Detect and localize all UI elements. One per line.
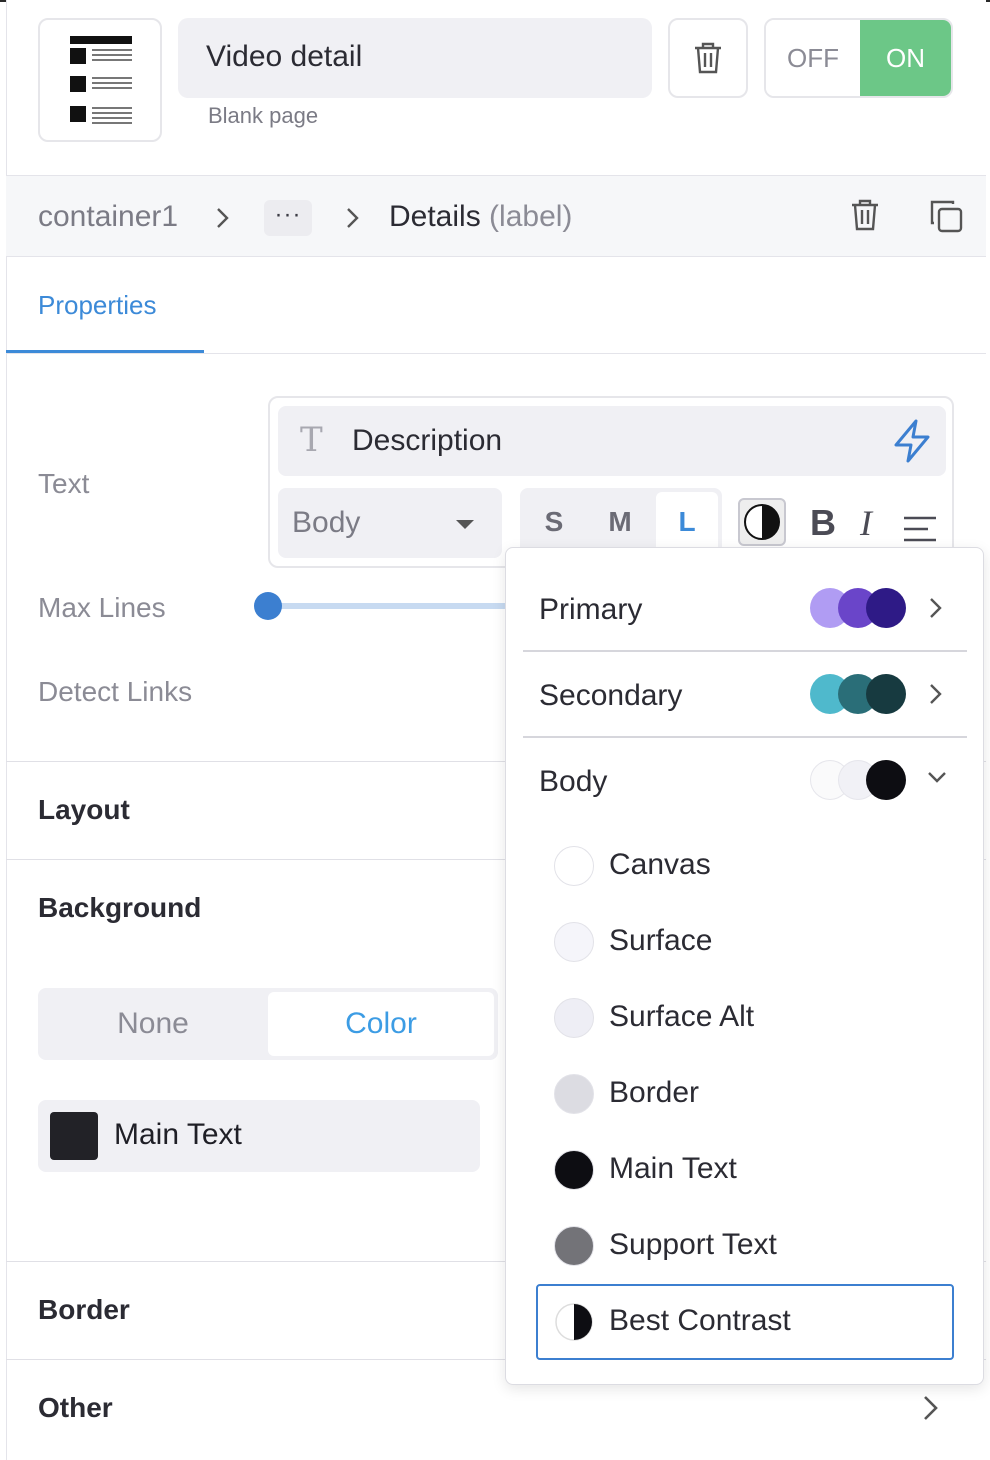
background-type-toggle: None Color <box>38 988 498 1060</box>
page-title-field[interactable]: Video detail <box>178 18 652 98</box>
breadcrumb-current-name: Details <box>389 200 481 233</box>
breadcrumb-root[interactable]: container1 <box>38 200 178 234</box>
breadcrumb-more-button[interactable]: ··· <box>264 200 312 236</box>
color-group-primary[interactable]: Primary <box>506 565 985 651</box>
section-background[interactable]: Background <box>38 892 201 924</box>
color-group-label: Primary <box>539 593 643 626</box>
color-picker-popover: Primary Secondary Body Canvas Surface Su… <box>505 547 984 1385</box>
color-option-border[interactable]: Border <box>536 1056 954 1132</box>
lightning-bolt-icon[interactable] <box>890 418 934 469</box>
delete-page-button[interactable] <box>668 18 748 98</box>
color-option-surface-alt[interactable]: Surface Alt <box>536 980 954 1056</box>
color-option-support-text[interactable]: Support Text <box>536 1208 954 1284</box>
copy-icon <box>930 200 963 233</box>
background-color-option[interactable]: Color <box>268 992 494 1056</box>
color-option-main-text[interactable]: Main Text <box>536 1132 954 1208</box>
page-thumbnail[interactable] <box>38 18 162 142</box>
text-value: Description <box>352 424 503 457</box>
section-layout[interactable]: Layout <box>38 794 130 826</box>
page-layout-icon <box>70 36 132 124</box>
align-left-icon <box>904 516 936 542</box>
swatch <box>866 760 906 800</box>
color-option-best-contrast[interactable]: Best Contrast <box>536 1284 954 1360</box>
breadcrumb-current: Details (label) <box>389 200 572 234</box>
color-option-surface[interactable]: Surface <box>536 904 954 980</box>
chevron-right-icon <box>930 598 942 618</box>
color-swatch <box>554 1226 594 1266</box>
chevron-right-icon[interactable] <box>918 1392 942 1424</box>
color-option-label: Surface <box>609 924 713 957</box>
size-small-button[interactable]: S <box>522 506 586 538</box>
align-button[interactable] <box>902 510 938 552</box>
size-medium-button[interactable]: M <box>588 506 652 538</box>
color-group-secondary[interactable]: Secondary <box>506 651 985 737</box>
bold-button[interactable]: B <box>810 502 836 544</box>
contrast-icon <box>554 1302 594 1342</box>
color-group-label: Secondary <box>539 679 683 712</box>
max-lines-label: Max Lines <box>38 592 166 623</box>
chevron-right-icon <box>217 208 229 228</box>
color-group-body[interactable]: Body <box>506 737 985 823</box>
trash-icon <box>695 42 721 74</box>
breadcrumb-current-type: (label) <box>489 200 573 233</box>
color-group-swatches <box>810 588 910 628</box>
trash-icon <box>852 199 878 231</box>
text-property-label: Text <box>38 468 90 499</box>
section-border[interactable]: Border <box>38 1294 130 1326</box>
page-subtitle: Blank page <box>208 103 319 128</box>
color-option-label: Border <box>609 1076 700 1109</box>
tab-properties[interactable]: Properties <box>38 290 157 321</box>
text-value-input[interactable]: T Description <box>278 406 946 476</box>
color-swatch <box>554 998 594 1038</box>
text-style-select[interactable]: Body <box>278 488 502 558</box>
background-color-picker[interactable]: Main Text <box>38 1100 480 1172</box>
color-option-label: Canvas <box>609 848 711 881</box>
color-swatch <box>554 846 594 886</box>
color-option-label: Main Text <box>609 1152 737 1185</box>
page-visibility-toggle[interactable]: OFF ON <box>764 18 953 98</box>
color-option-label: Surface Alt <box>609 1000 755 1033</box>
background-none-option[interactable]: None <box>38 988 268 1060</box>
background-color-name: Main Text <box>114 1118 242 1151</box>
text-color-button[interactable] <box>738 498 786 546</box>
swatch <box>866 588 906 628</box>
color-swatch <box>554 1074 594 1114</box>
max-lines-slider-track[interactable] <box>268 603 508 609</box>
text-type-icon: T <box>300 420 323 460</box>
chevron-down-icon <box>928 772 946 783</box>
chevron-right-icon <box>930 684 942 704</box>
color-group-swatches <box>810 674 910 714</box>
section-other[interactable]: Other <box>38 1392 113 1424</box>
color-option-label: Best Contrast <box>609 1304 791 1337</box>
color-option-canvas[interactable]: Canvas <box>536 828 954 904</box>
color-group-swatches <box>810 760 910 800</box>
delete-component-button[interactable] <box>850 198 880 237</box>
text-property-editor: T Description Body S M L B I <box>268 396 954 568</box>
swatch <box>866 674 906 714</box>
italic-button[interactable]: I <box>860 502 872 544</box>
color-group-label: Body <box>539 765 608 798</box>
color-option-label: Support Text <box>609 1228 777 1261</box>
chevron-right-icon <box>347 208 359 228</box>
duplicate-component-button[interactable] <box>928 198 964 239</box>
contrast-icon <box>744 504 780 540</box>
text-style-value: Body <box>292 506 361 539</box>
caret-down-icon <box>456 520 474 529</box>
color-swatch <box>554 922 594 962</box>
breadcrumb: container1 ··· Details (label) <box>6 175 986 257</box>
toggle-off-option[interactable]: OFF <box>766 20 860 96</box>
color-swatch <box>50 1112 98 1160</box>
max-lines-slider-handle[interactable] <box>254 592 282 620</box>
color-swatch <box>554 1150 594 1190</box>
toggle-on-option[interactable]: ON <box>860 20 951 96</box>
size-large-button[interactable]: L <box>656 492 718 554</box>
tab-divider <box>6 353 986 354</box>
detect-links-label: Detect Links <box>38 676 193 707</box>
